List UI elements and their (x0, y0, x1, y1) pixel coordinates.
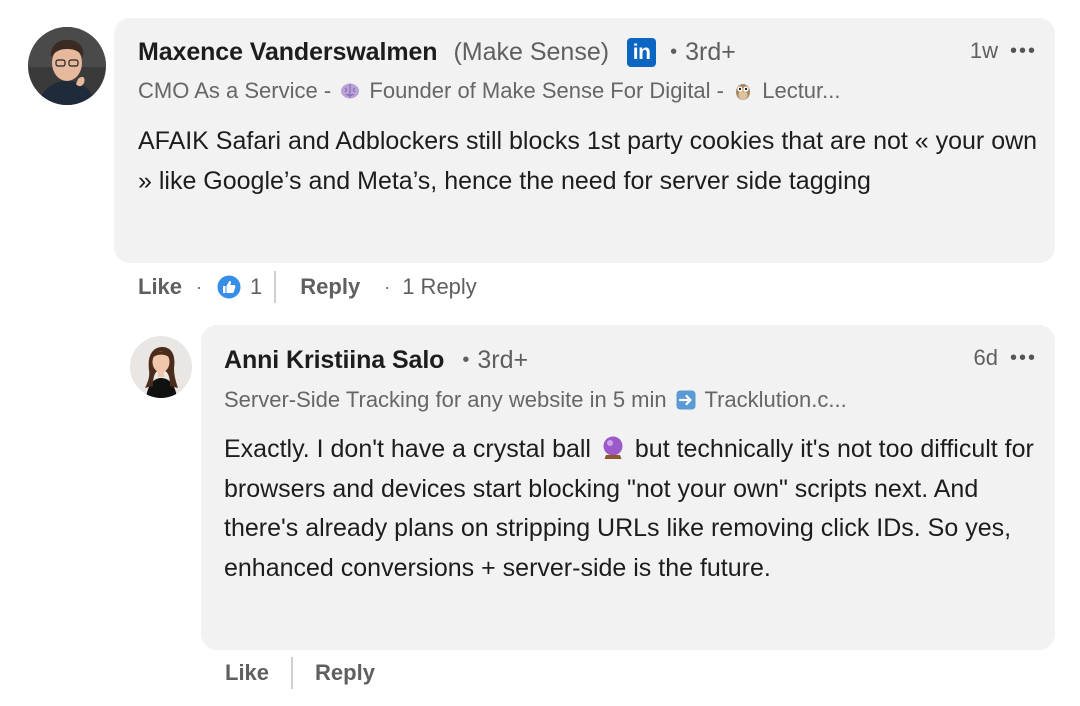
degree-dot: • (670, 41, 678, 63)
author-name[interactable]: Anni Kristiina Salo (224, 346, 444, 375)
comment-meta: 6d ••• (974, 345, 1038, 371)
comment-actions-2: Like Reply (225, 656, 375, 690)
separator-dot: · (384, 276, 391, 297)
headline-text: Server-Side Tracking for any website in … (224, 387, 673, 412)
crystal-ball-emoji-icon (603, 436, 623, 459)
headline-text: Tracklution.c... (698, 387, 847, 412)
comment-body: Exactly. I don't have a crystal ball but… (224, 430, 1044, 588)
author-headline: Server-Side Tracking for any website in … (224, 387, 847, 413)
comment-bubble-1: Maxence Vanderswalmen (Make Sense) in • 3… (114, 18, 1055, 263)
comment-actions-1: Like · 1 Reply · 1 Reply (138, 270, 477, 304)
avatar-maxence[interactable] (28, 27, 106, 105)
comment-header: Maxence Vanderswalmen (Make Sense) in • 3… (138, 38, 736, 67)
reply-button[interactable]: Reply (315, 660, 375, 686)
separator-dot: · (196, 276, 203, 297)
degree-label: 3rd+ (477, 346, 529, 374)
comment-meta: 1w ••• (970, 38, 1037, 64)
author-headline: CMO As a Service - Founder of Make Sense… (138, 78, 841, 104)
brain-emoji-icon (341, 83, 360, 99)
more-options-icon[interactable]: ••• (1010, 347, 1037, 370)
action-divider (291, 657, 294, 689)
degree-label: 3rd+ (685, 38, 736, 66)
connection-degree: • 3rd+ (670, 38, 736, 67)
author-name[interactable]: Maxence Vanderswalmen (138, 38, 438, 67)
right-arrow-emoji-icon (676, 390, 696, 410)
comment-time: 1w (969, 38, 998, 63)
like-button[interactable]: Like (225, 660, 269, 686)
comment-time: 6d (973, 345, 998, 370)
headline-text: Lectur... (756, 78, 841, 103)
action-divider (274, 271, 277, 303)
comment-body: AFAIK Safari and Adblockers still blocks… (138, 127, 1038, 195)
comment-bubble-2: Anni Kristiina Salo • 3rd+ Server-Side Tr… (201, 325, 1055, 650)
reply-button[interactable]: Reply (300, 274, 360, 300)
headline-text: CMO As a Service - (138, 78, 338, 103)
reaction-count[interactable]: 1 (250, 274, 262, 300)
owl-emoji-icon (736, 84, 751, 100)
headline-text: Founder of Make Sense For Digital - (363, 78, 731, 103)
avatar-photo-icon (28, 27, 106, 105)
avatar-photo-icon (130, 336, 192, 398)
connection-degree: • 3rd+ (462, 346, 528, 375)
avatar-anni[interactable] (130, 336, 192, 398)
more-options-icon[interactable]: ••• (1010, 40, 1037, 63)
degree-dot: • (462, 349, 470, 371)
replies-count-link[interactable]: 1 Reply (402, 274, 477, 300)
comments-thread: Maxence Vanderswalmen (Make Sense) in • 3… (0, 0, 1080, 706)
like-reaction-icon[interactable] (216, 274, 242, 300)
body-text-part: Exactly. I don't have a crystal ball (224, 435, 598, 463)
author-organization: (Make Sense) (453, 38, 610, 66)
comment-header: Anni Kristiina Salo • 3rd+ (224, 346, 528, 375)
linkedin-icon: in (627, 38, 657, 67)
like-button[interactable]: Like (138, 274, 182, 300)
